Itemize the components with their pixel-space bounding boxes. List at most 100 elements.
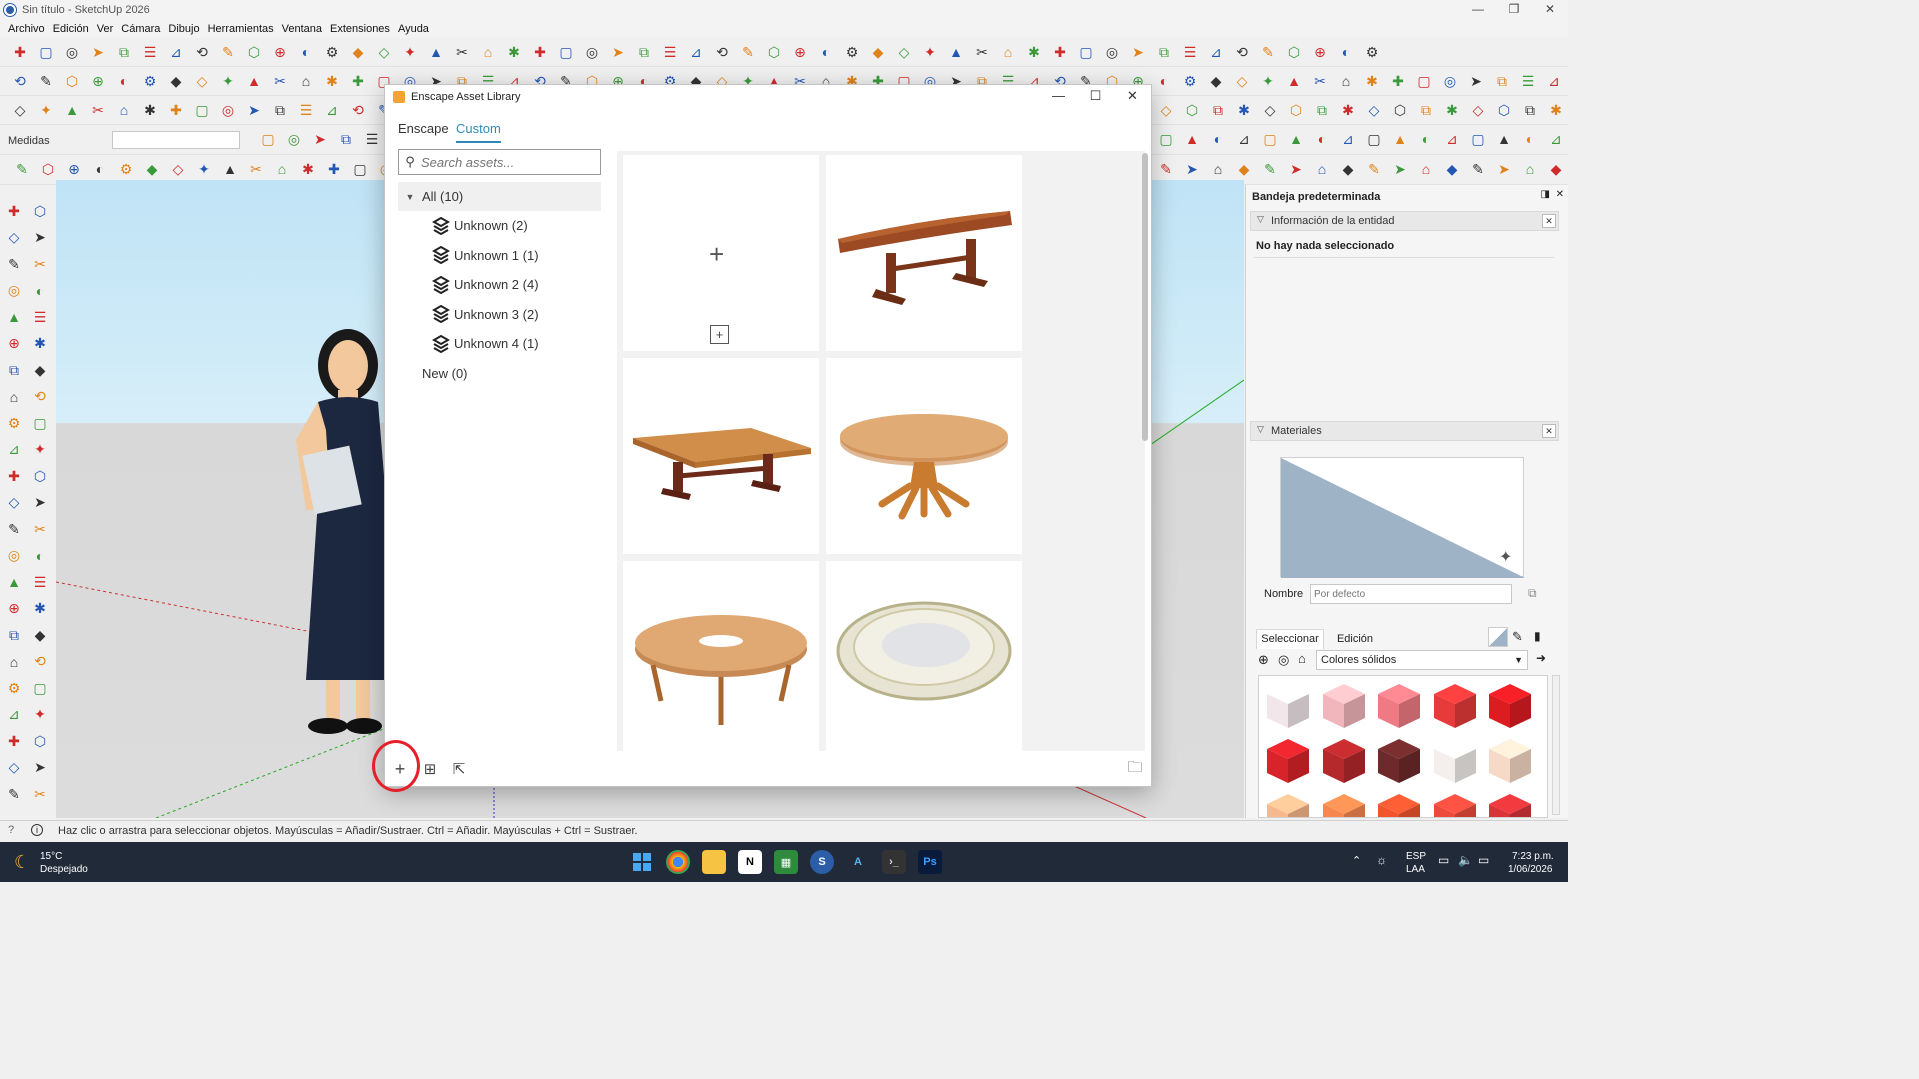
toolbar-tool-icon[interactable]: ⊕ xyxy=(88,71,108,91)
toolbar-tool-icon[interactable]: ✂ xyxy=(972,42,992,62)
minimize-icon[interactable]: — xyxy=(1460,0,1496,20)
asset-light-wood-table[interactable] xyxy=(623,358,819,554)
toolbar-tool-icon[interactable]: ◎ xyxy=(1102,42,1122,62)
toolbar-tool-icon[interactable]: ⬡ xyxy=(1284,42,1304,62)
left-toolbar-tool-icon[interactable]: ✱ xyxy=(30,334,50,354)
asset-decorative-plate[interactable] xyxy=(826,561,1022,751)
toolbar-tool-icon[interactable]: ⧉ xyxy=(336,129,356,149)
close-icon[interactable]: ✕ xyxy=(1532,0,1568,20)
left-toolbar-tool-icon[interactable]: ⊕ xyxy=(4,334,24,354)
left-toolbar-tool-icon[interactable]: ➤ xyxy=(30,758,50,778)
toolbar-tool-icon[interactable]: ✱ xyxy=(1442,100,1462,120)
menu-herramientas[interactable]: Herramientas xyxy=(208,23,274,35)
toolbar-tool-icon[interactable]: ▲ xyxy=(1390,129,1410,149)
close-icon[interactable]: ✕ xyxy=(1542,214,1556,228)
left-toolbar-tool-icon[interactable]: ◎ xyxy=(4,281,24,301)
toolbar-tool-icon[interactable]: ➤ xyxy=(310,129,330,149)
toolbar-tool-icon[interactable]: ⬡ xyxy=(764,42,784,62)
add-copy-icon[interactable]: + xyxy=(710,325,729,344)
toolbar-tool-icon[interactable]: ▢ xyxy=(192,100,212,120)
left-toolbar-tool-icon[interactable]: ◆ xyxy=(30,625,50,645)
toolbar-tool-icon[interactable]: ▲ xyxy=(1286,129,1306,149)
toolbar-tool-icon[interactable]: ◆ xyxy=(1234,159,1254,179)
search-box[interactable]: ⚲ xyxy=(398,149,601,175)
toolbar-tool-icon[interactable]: ✦ xyxy=(920,42,940,62)
toolbar-tool-icon[interactable]: ⊿ xyxy=(1234,129,1254,149)
left-toolbar-tool-icon[interactable]: ▢ xyxy=(30,413,50,433)
toolbar-tool-icon[interactable]: ◇ xyxy=(1260,100,1280,120)
toolbar-tool-icon[interactable]: ◎ xyxy=(218,100,238,120)
toolbar-tool-icon[interactable]: ▲ xyxy=(946,42,966,62)
toolbar-tool-icon[interactable]: ➤ xyxy=(1286,159,1306,179)
toolbar-tool-icon[interactable]: ✱ xyxy=(298,159,318,179)
toolbar-tool-icon[interactable]: ◐ xyxy=(296,42,316,62)
toolbar-tool-icon[interactable]: ⊿ xyxy=(1442,129,1462,149)
tree-item-child[interactable]: Unknown 1 (1) xyxy=(398,241,601,270)
toolbar-tool-icon[interactable]: ✎ xyxy=(36,71,56,91)
swatches-scrollbar[interactable] xyxy=(1552,675,1560,815)
left-toolbar-tool-icon[interactable]: ✱ xyxy=(30,599,50,619)
left-toolbar-tool-icon[interactable]: ◎ xyxy=(4,546,24,566)
left-toolbar-tool-icon[interactable]: ▲ xyxy=(4,307,24,327)
toolbar-tool-icon[interactable]: ✎ xyxy=(738,42,758,62)
toolbar-tool-icon[interactable]: ✎ xyxy=(1156,159,1176,179)
toolbar-tool-icon[interactable]: ⊕ xyxy=(1310,42,1330,62)
toolbar-tool-icon[interactable]: ✦ xyxy=(36,100,56,120)
menu-dibujo[interactable]: Dibujo xyxy=(168,23,199,35)
language-label[interactable]: ESP xyxy=(1406,851,1426,862)
left-toolbar-tool-icon[interactable]: ◇ xyxy=(4,493,24,513)
volume-icon[interactable]: 🔈 xyxy=(1458,853,1473,867)
left-toolbar-tool-icon[interactable]: ⌂ xyxy=(4,652,24,672)
toolbar-tool-icon[interactable]: ◐ xyxy=(1336,42,1356,62)
toolbar-tool-icon[interactable]: ⊿ xyxy=(1544,71,1564,91)
toolbar-tool-icon[interactable]: ➤ xyxy=(88,42,108,62)
chevron-up-icon[interactable]: ⌃ xyxy=(1352,854,1361,867)
toolbar-tool-icon[interactable]: ▲ xyxy=(1182,129,1202,149)
toolbar-tool-icon[interactable]: ⬡ xyxy=(1286,100,1306,120)
left-toolbar-tool-icon[interactable]: ⚙ xyxy=(4,413,24,433)
asset-round-table-hole[interactable] xyxy=(623,561,819,751)
toolbar-tool-icon[interactable]: ⊕ xyxy=(64,159,84,179)
toolbar-tool-icon[interactable]: ✦ xyxy=(194,159,214,179)
toolbar-tool-icon[interactable]: ◎ xyxy=(582,42,602,62)
toolbar-tool-icon[interactable]: ▲ xyxy=(220,159,240,179)
toolbar-tool-icon[interactable]: ◇ xyxy=(192,71,212,91)
pin-icon[interactable]: ◨ xyxy=(1541,189,1550,200)
left-toolbar-tool-icon[interactable]: ⧉ xyxy=(4,625,24,645)
toolbar-tool-icon[interactable]: ⌂ xyxy=(478,42,498,62)
left-toolbar-tool-icon[interactable]: ⬡ xyxy=(30,466,50,486)
toolbar-tool-icon[interactable]: ☰ xyxy=(140,42,160,62)
toolbar-tool-icon[interactable]: ◆ xyxy=(142,159,162,179)
toolbar-tool-icon[interactable]: ⌂ xyxy=(998,42,1018,62)
minimize-icon[interactable]: — xyxy=(1040,85,1077,109)
photoshop-icon[interactable]: Ps xyxy=(918,850,942,874)
asset-round-pedestal-table[interactable] xyxy=(826,358,1022,554)
tree-item-all[interactable]: ▼ All (10) xyxy=(398,182,601,211)
tree-item-child[interactable]: Unknown 3 (2) xyxy=(398,300,601,329)
toolbar-tool-icon[interactable]: ⊕ xyxy=(270,42,290,62)
close-icon[interactable]: ✕ xyxy=(1114,85,1151,109)
toolbar-tool-icon[interactable]: ⬡ xyxy=(1182,100,1202,120)
tab-seleccionar[interactable]: Seleccionar xyxy=(1256,629,1324,649)
windows-start-icon[interactable] xyxy=(630,850,654,874)
toolbar-tool-icon[interactable]: ▢ xyxy=(1414,71,1434,91)
maximize-icon[interactable]: ☐ xyxy=(1077,85,1114,109)
toolbar-tool-icon[interactable]: ◐ xyxy=(1416,129,1436,149)
toolbar-tool-icon[interactable]: ➤ xyxy=(1466,71,1486,91)
toolbar-tool-icon[interactable]: ✎ xyxy=(218,42,238,62)
toolbar-tool-icon[interactable]: ➤ xyxy=(1494,159,1514,179)
left-toolbar-tool-icon[interactable]: ⧉ xyxy=(4,360,24,380)
toolbar-tool-icon[interactable]: ✎ xyxy=(1258,42,1278,62)
toolbar-tool-icon[interactable]: ⧉ xyxy=(1154,42,1174,62)
material-swatch[interactable] xyxy=(1263,735,1313,785)
toolbar-tool-icon[interactable]: ◐ xyxy=(90,159,110,179)
left-toolbar-tool-icon[interactable]: ⊿ xyxy=(4,705,24,725)
open-folder-icon[interactable]: 🗀 xyxy=(1124,758,1146,780)
toolbar-tool-icon[interactable]: ⟲ xyxy=(192,42,212,62)
menu-ventana[interactable]: Ventana xyxy=(282,23,322,35)
entity-info-section[interactable]: ▽ Información de la entidad ✕ xyxy=(1250,211,1559,231)
create-material-icon[interactable]: ⊕ xyxy=(1258,652,1269,668)
tree-item-child[interactable]: Unknown (2) xyxy=(398,211,601,240)
left-toolbar-tool-icon[interactable]: ⚙ xyxy=(4,678,24,698)
clock-date[interactable]: 1/06/2026 xyxy=(1508,864,1553,875)
